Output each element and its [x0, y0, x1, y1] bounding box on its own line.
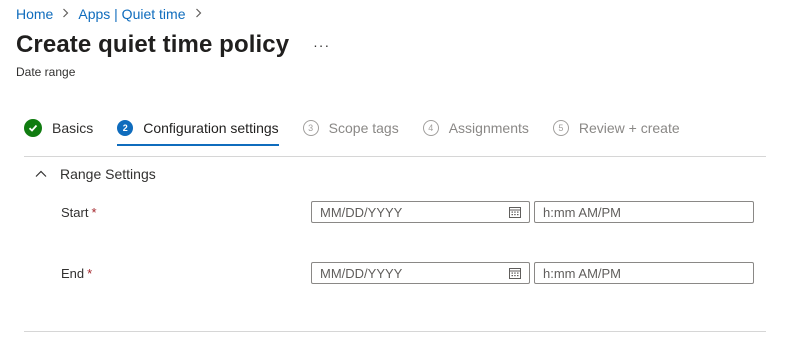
step-review-create[interactable]: 5 Review + create: [552, 116, 680, 140]
range-settings-toggle[interactable]: Range Settings: [34, 166, 156, 182]
more-options-button[interactable]: ···: [313, 37, 330, 53]
checkmark-icon: [24, 119, 42, 137]
step-number: 2: [117, 120, 134, 136]
step-number: 3: [302, 120, 319, 136]
chevron-up-icon: [34, 167, 48, 181]
start-time-input[interactable]: h:mm AM/PM: [534, 201, 754, 223]
end-time-placeholder: h:mm AM/PM: [543, 265, 622, 281]
wizard-steps: Basics 2 Configuration settings 3 Scope …: [24, 116, 704, 146]
step-label: Configuration settings: [143, 120, 279, 136]
end-date-placeholder: MM/DD/YYYY: [320, 265, 403, 281]
end-label-text: End: [61, 266, 85, 281]
start-date-placeholder: MM/DD/YYYY: [320, 204, 403, 220]
step-label: Scope tags: [328, 120, 399, 136]
chevron-right-icon: [195, 7, 202, 21]
start-time-placeholder: h:mm AM/PM: [543, 204, 622, 220]
breadcrumb-home-link[interactable]: Home: [16, 6, 53, 22]
chevron-right-icon: [62, 7, 69, 21]
calendar-icon[interactable]: [509, 267, 521, 279]
required-indicator: *: [91, 205, 97, 220]
start-label-text: Start: [61, 205, 89, 220]
step-basics[interactable]: Basics: [24, 116, 93, 140]
end-time-input[interactable]: h:mm AM/PM: [534, 262, 754, 284]
section-title: Range Settings: [60, 166, 156, 182]
title-row: Create quiet time policy ···: [16, 31, 330, 59]
calendar-icon[interactable]: [509, 206, 521, 218]
start-label: Start *: [61, 205, 97, 220]
breadcrumb: Home Apps | Quiet time: [16, 6, 211, 22]
end-label: End *: [61, 266, 92, 281]
step-number: 5: [552, 120, 569, 136]
divider: [24, 156, 766, 157]
step-label: Review + create: [578, 120, 680, 136]
step-number: 4: [422, 120, 439, 136]
page-subtitle: Date range: [16, 65, 76, 79]
step-scope-tags[interactable]: 3 Scope tags: [302, 116, 399, 140]
step-assignments[interactable]: 4 Assignments: [422, 116, 529, 140]
page-title: Create quiet time policy: [16, 31, 290, 58]
required-indicator: *: [87, 266, 93, 281]
step-label: Assignments: [448, 120, 529, 136]
step-configuration-settings[interactable]: 2 Configuration settings: [117, 116, 280, 146]
step-label: Basics: [52, 120, 94, 136]
end-date-input[interactable]: MM/DD/YYYY: [311, 262, 530, 284]
divider: [24, 331, 766, 332]
start-date-input[interactable]: MM/DD/YYYY: [311, 201, 530, 223]
breadcrumb-apps-quiet-time-link[interactable]: Apps | Quiet time: [78, 6, 185, 22]
